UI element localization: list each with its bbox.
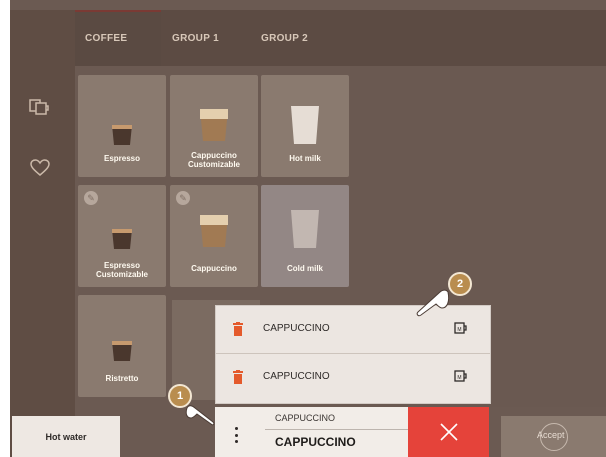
pointing-hand-icon xyxy=(416,289,450,317)
cancel-button[interactable] xyxy=(408,407,489,457)
multi-cup-icon[interactable] xyxy=(26,92,54,120)
trash-icon[interactable] xyxy=(233,370,243,384)
queue-row[interactable]: CAPPUCCINO M xyxy=(216,354,490,402)
current-order-big-label: CAPPUCCINO xyxy=(275,435,356,449)
current-order-small-label: CAPPUCCINO xyxy=(275,413,336,423)
tile-label: Hot milk xyxy=(289,154,321,163)
tile-hot-milk[interactable]: Hot milk xyxy=(261,75,349,177)
tab-label: COFFEE xyxy=(85,32,128,44)
tile-label: Cold milk xyxy=(286,264,323,273)
tile-espresso-customizable[interactable]: ✎ Espresso Customizable xyxy=(78,185,166,287)
window-edge xyxy=(0,0,10,457)
milk-glass-icon xyxy=(291,210,319,248)
tab-group-2[interactable]: GROUP 2 xyxy=(261,10,331,66)
tab-label: GROUP 2 xyxy=(261,32,308,44)
espresso-cup-icon xyxy=(112,229,132,249)
queue-item-label: CAPPUCCINO xyxy=(263,371,330,382)
app-frame: COFFEE GROUP 1 GROUP 2 Espresso Cappucci… xyxy=(0,0,606,457)
tile-label: Espresso Customizable xyxy=(95,261,148,279)
close-icon xyxy=(439,423,458,441)
sidebar xyxy=(10,10,75,457)
trash-icon[interactable] xyxy=(233,322,243,336)
tile-espresso[interactable]: Espresso xyxy=(78,75,166,177)
tile-label: Ristretto xyxy=(105,374,139,383)
tile-label: Cappuccino xyxy=(191,264,237,273)
tab-coffee[interactable]: COFFEE xyxy=(75,10,161,66)
tile-label: Cappuccino Customizable xyxy=(187,151,240,169)
hot-water-label: Hot water xyxy=(45,431,87,442)
accept-label: Accept xyxy=(537,430,565,440)
tile-ristretto[interactable]: Ristretto xyxy=(78,295,166,397)
svg-text:M: M xyxy=(457,375,461,381)
mug-icon: M xyxy=(454,370,467,382)
tile-cold-milk[interactable]: Cold milk xyxy=(261,185,349,287)
order-queue-panel: CAPPUCCINO M CAPPUCCINO M xyxy=(215,305,491,404)
queue-item-label: CAPPUCCINO xyxy=(263,323,330,334)
milk-glass-icon xyxy=(291,106,319,144)
cappuccino-cup-icon xyxy=(200,215,228,247)
espresso-cup-icon xyxy=(112,341,132,361)
tab-label: GROUP 1 xyxy=(172,32,219,44)
current-order-bar[interactable]: CAPPUCCINO CAPPUCCINO xyxy=(215,407,441,457)
tab-bar: COFFEE GROUP 1 GROUP 2 xyxy=(75,10,606,66)
tile-label: Espresso xyxy=(103,154,141,163)
tile-cappuccino[interactable]: ✎ Cappuccino xyxy=(170,185,258,287)
cappuccino-cup-icon xyxy=(200,109,228,141)
mug-icon: M xyxy=(454,322,467,334)
edit-icon[interactable]: ✎ xyxy=(84,191,98,205)
heart-icon[interactable] xyxy=(26,154,54,182)
pointing-hand-icon xyxy=(185,405,215,426)
tab-group-1[interactable]: GROUP 1 xyxy=(172,10,242,66)
svg-text:M: M xyxy=(457,327,461,333)
hot-water-button[interactable]: Hot water xyxy=(12,416,120,457)
more-options-icon[interactable] xyxy=(235,427,239,443)
edit-icon[interactable]: ✎ xyxy=(176,191,190,205)
espresso-cup-icon xyxy=(112,125,132,145)
tile-cappuccino-customizable[interactable]: Cappuccino Customizable xyxy=(170,75,258,177)
